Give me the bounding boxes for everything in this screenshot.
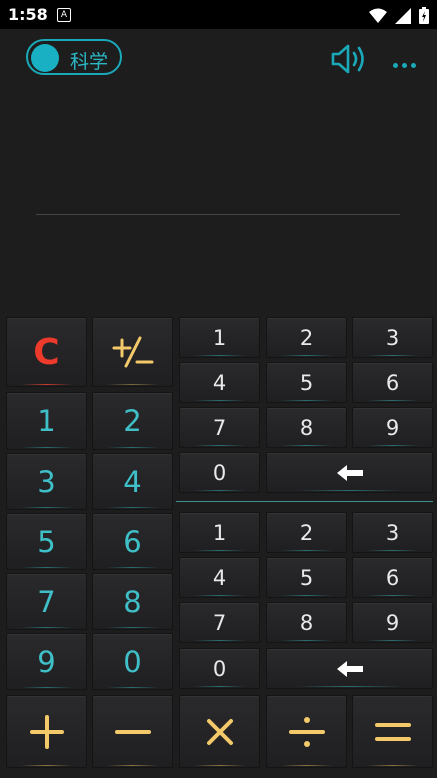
system-icons bbox=[366, 5, 429, 24]
minus-icon bbox=[114, 729, 151, 734]
plus-icon bbox=[29, 714, 64, 749]
backspace-arrow-icon bbox=[336, 660, 363, 677]
left-digit-8-button[interactable]: 8 bbox=[92, 573, 173, 630]
toggle-knob bbox=[31, 44, 59, 72]
left-digit-7-button[interactable]: 7 bbox=[6, 573, 87, 630]
left-digit-0-button[interactable]: 0 bbox=[92, 633, 173, 690]
clear-button[interactable]: C bbox=[6, 317, 87, 387]
status-bar: 1:58 A bbox=[0, 0, 437, 29]
bottom-digit-5-button[interactable]: 5 bbox=[266, 557, 347, 598]
speaker-icon[interactable] bbox=[330, 42, 370, 76]
top-backspace-button[interactable] bbox=[266, 452, 433, 493]
minus-button[interactable] bbox=[92, 695, 173, 768]
notification-a-icon: A bbox=[57, 8, 71, 22]
battery-icon bbox=[419, 7, 429, 24]
plus-minus-icon bbox=[112, 336, 153, 368]
status-time: 1:58 bbox=[8, 5, 48, 24]
top-digit-1-button[interactable]: 1 bbox=[179, 317, 260, 358]
multiply-icon bbox=[206, 718, 233, 745]
more-icon[interactable] bbox=[393, 53, 423, 68]
divide-icon bbox=[288, 716, 325, 747]
bottom-digit-8-button[interactable]: 8 bbox=[266, 602, 347, 643]
pad-divider bbox=[176, 501, 433, 502]
top-digit-0-button[interactable]: 0 bbox=[179, 452, 260, 493]
top-digit-9-button[interactable]: 9 bbox=[352, 407, 433, 448]
bottom-digit-1-button[interactable]: 1 bbox=[179, 512, 260, 553]
plus-minus-button[interactable] bbox=[92, 317, 173, 387]
bottom-digit-2-button[interactable]: 2 bbox=[266, 512, 347, 553]
bottom-digit-0-button[interactable]: 0 bbox=[179, 648, 260, 689]
left-digit-6-button[interactable]: 6 bbox=[92, 513, 173, 570]
equals-button[interactable] bbox=[352, 695, 433, 768]
bottom-digit-6-button[interactable]: 6 bbox=[352, 557, 433, 598]
left-digit-2-button[interactable]: 2 bbox=[92, 392, 173, 450]
bottom-backspace-button[interactable] bbox=[266, 648, 433, 689]
left-digit-4-button[interactable]: 4 bbox=[92, 453, 173, 510]
display-divider bbox=[36, 214, 400, 215]
display-area bbox=[0, 87, 437, 315]
top-digit-6-button[interactable]: 6 bbox=[352, 362, 433, 403]
bottom-digit-4-button[interactable]: 4 bbox=[179, 557, 260, 598]
top-digit-7-button[interactable]: 7 bbox=[179, 407, 260, 448]
top-digit-8-button[interactable]: 8 bbox=[266, 407, 347, 448]
signal-icon bbox=[394, 7, 411, 24]
equals-icon bbox=[374, 722, 411, 741]
wifi-icon bbox=[368, 8, 387, 23]
divide-button[interactable] bbox=[266, 695, 347, 768]
multiply-button[interactable] bbox=[179, 695, 260, 768]
bottom-digit-9-button[interactable]: 9 bbox=[352, 602, 433, 643]
top-digit-4-button[interactable]: 4 bbox=[179, 362, 260, 403]
plus-button[interactable] bbox=[6, 695, 87, 768]
bottom-digit-3-button[interactable]: 3 bbox=[352, 512, 433, 553]
mode-label: 科学 bbox=[70, 51, 109, 73]
backspace-arrow-icon bbox=[336, 464, 363, 481]
left-digit-5-button[interactable]: 5 bbox=[6, 513, 87, 570]
top-digit-3-button[interactable]: 3 bbox=[352, 317, 433, 358]
left-digit-9-button[interactable]: 9 bbox=[6, 633, 87, 690]
bottom-digit-7-button[interactable]: 7 bbox=[179, 602, 260, 643]
top-digit-5-button[interactable]: 5 bbox=[266, 362, 347, 403]
left-digit-3-button[interactable]: 3 bbox=[6, 453, 87, 510]
top-bar: 科学 bbox=[0, 29, 437, 87]
science-mode-toggle[interactable]: 科学 bbox=[26, 39, 122, 75]
left-digit-1-button[interactable]: 1 bbox=[6, 392, 87, 450]
top-digit-2-button[interactable]: 2 bbox=[266, 317, 347, 358]
